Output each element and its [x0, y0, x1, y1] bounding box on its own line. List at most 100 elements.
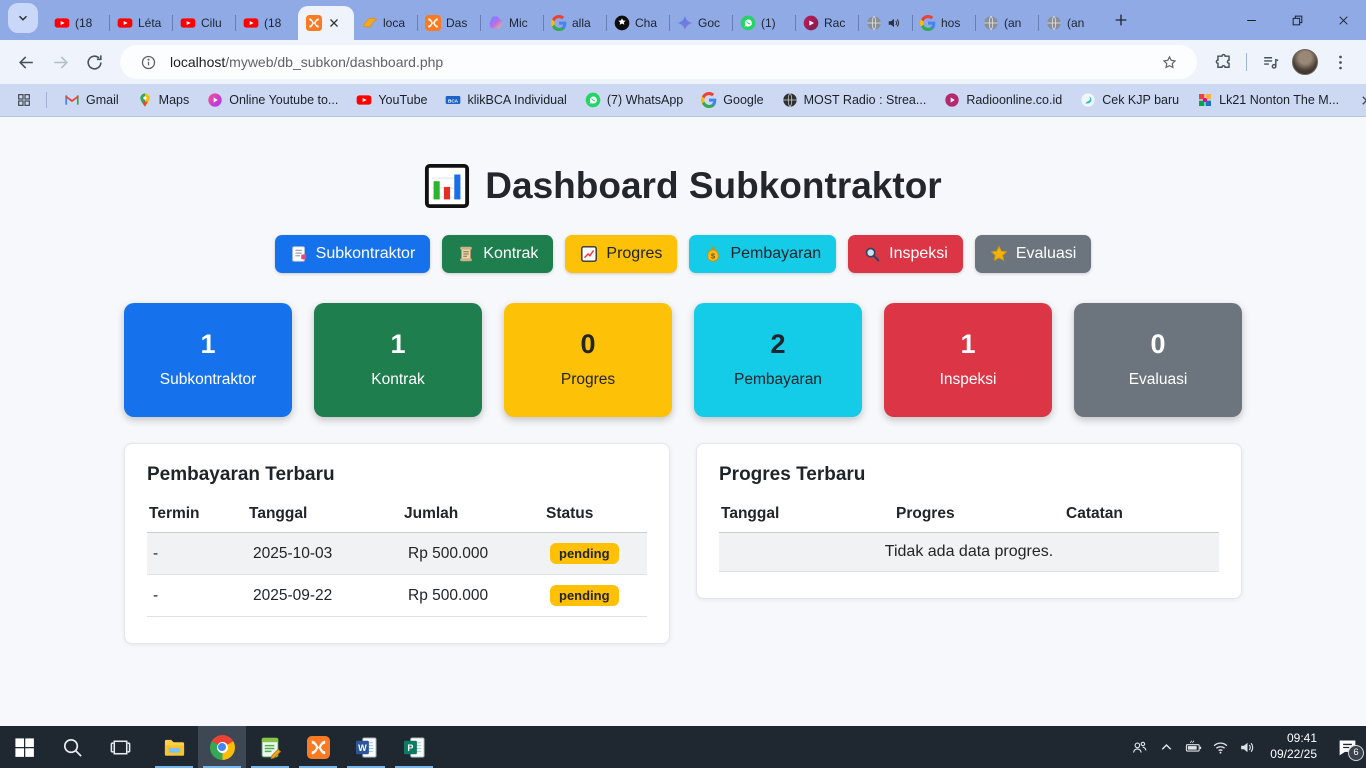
browser-menu-button[interactable] — [1324, 46, 1356, 78]
taskbar-start-button[interactable] — [0, 726, 48, 768]
bookmark-items: GmailMapsOnline Youtube to...YouTubeBCAk… — [55, 88, 1348, 112]
bookmark-label: Google — [723, 93, 763, 107]
browser-tab[interactable]: (1) — [732, 6, 795, 40]
google-icon — [701, 92, 717, 108]
nav-button-inspeksi[interactable]: Inspeksi — [848, 235, 963, 273]
profile-avatar[interactable] — [1292, 49, 1318, 75]
close-icon[interactable] — [327, 16, 341, 30]
browser-tab[interactable]: Goc — [669, 6, 732, 40]
stat-label: Kontrak — [371, 371, 424, 389]
bookmark-item[interactable]: Maps — [128, 88, 199, 112]
tab-label: (an — [1004, 16, 1030, 30]
bookmarks-separator — [46, 92, 47, 108]
bookmark-label: MOST Radio : Strea... — [804, 93, 927, 107]
extensions-button[interactable] — [1207, 46, 1239, 78]
payments-col-header: Termin — [147, 499, 247, 533]
forward-button[interactable] — [44, 46, 76, 78]
bookmark-star-button[interactable] — [1153, 46, 1185, 78]
nav-button-evaluasi[interactable]: Evaluasi — [975, 235, 1091, 273]
tab-strip: (18LétaCilu(18locaDasMicallaChaGoc(1)Rac… — [0, 0, 1366, 40]
browser-tab[interactable]: (an — [975, 6, 1038, 40]
bookmark-item[interactable]: MOST Radio : Strea... — [773, 88, 936, 112]
tray-people-icon[interactable] — [1131, 739, 1148, 756]
payments-col-header: Jumlah — [402, 499, 544, 533]
taskbar-publisher-button[interactable]: P — [390, 726, 438, 768]
taskbar-chrome-button[interactable] — [198, 726, 246, 768]
tab-label: Mic — [509, 16, 535, 30]
bookmark-item[interactable]: Gmail — [55, 88, 128, 112]
payment-cell-tanggal: 2025-09-22 — [247, 575, 402, 617]
close-window-icon — [1337, 14, 1350, 27]
close-window-button[interactable] — [1320, 0, 1366, 40]
tray-wifi-icon[interactable] — [1212, 739, 1229, 756]
restore-button[interactable] — [1274, 0, 1320, 40]
minimize-button[interactable] — [1228, 0, 1274, 40]
gemini-icon — [677, 15, 693, 31]
browser-tab[interactable] — [858, 6, 912, 40]
taskbar-clock[interactable]: 09:41 09/22/25 — [1270, 731, 1317, 762]
browser-tab[interactable]: Léta — [109, 6, 172, 40]
bookmark-item[interactable]: Cek KJP baru — [1071, 88, 1188, 112]
whatsapp-icon — [585, 92, 601, 108]
nav-button-label: Subkontraktor — [316, 245, 416, 263]
bookmark-item[interactable]: BCAklikBCA Individual — [436, 88, 575, 112]
nav-button-label: Inspeksi — [889, 245, 948, 263]
stat-value: 2 — [770, 331, 785, 358]
media-controls-button[interactable] — [1254, 46, 1286, 78]
tray-icons — [1131, 739, 1256, 756]
progress-empty-row: Tidak ada data progres. — [719, 533, 1219, 572]
nav-button-pembayaran[interactable]: $Pembayaran — [689, 235, 836, 273]
browser-tab[interactable]: (18 — [235, 6, 298, 40]
tab-label: (1) — [761, 16, 787, 30]
bookmark-item[interactable]: Lk21 Nonton The M... — [1188, 88, 1348, 112]
youtube-icon — [117, 15, 133, 31]
nav-button-progres[interactable]: Progres — [565, 235, 677, 273]
tray-battery-icon[interactable] — [1185, 739, 1202, 756]
payments-col-header: Status — [544, 499, 647, 533]
browser-tab[interactable]: Rac — [795, 6, 858, 40]
bookmark-item[interactable]: Online Youtube to... — [198, 88, 347, 112]
browser-tab[interactable]: hos — [912, 6, 975, 40]
bookmark-item[interactable]: Radioonline.co.id — [935, 88, 1071, 112]
browser-tab[interactable]: (18 — [46, 6, 109, 40]
payment-cell-termin: - — [147, 575, 247, 617]
back-button[interactable] — [10, 46, 42, 78]
nav-button-label: Evaluasi — [1016, 245, 1076, 263]
taskbar-task-view-button[interactable] — [96, 726, 144, 768]
tab-label: Goc — [698, 16, 724, 30]
browser-tab[interactable]: alla — [543, 6, 606, 40]
bookmark-item[interactable]: YouTube — [347, 88, 436, 112]
nav-button-kontrak[interactable]: Kontrak — [442, 235, 553, 273]
tray-chevron-up-icon[interactable] — [1158, 739, 1175, 756]
nav-button-subkontraktor[interactable]: Subkontraktor — [275, 235, 431, 273]
browser-tab[interactable]: Mic — [480, 6, 543, 40]
bookmarks-overflow-button[interactable] — [1350, 88, 1366, 112]
address-bar[interactable]: localhost/myweb/db_subkon/dashboard.php — [120, 45, 1197, 79]
reload-button[interactable] — [78, 46, 110, 78]
taskbar-file-explorer-button[interactable] — [150, 726, 198, 768]
bookmark-item[interactable]: Google — [692, 88, 772, 112]
action-center-button[interactable]: 6 — [1337, 737, 1358, 758]
stat-value: 1 — [960, 331, 975, 358]
kebab-menu-icon — [1331, 53, 1350, 72]
bookmark-item[interactable]: (7) WhatsApp — [576, 88, 692, 112]
whatsapp-icon — [740, 15, 756, 31]
taskbar-search-button[interactable] — [48, 726, 96, 768]
taskbar-text-editor-button[interactable] — [246, 726, 294, 768]
taskbar-word-button[interactable]: W — [342, 726, 390, 768]
site-info-button[interactable] — [132, 46, 164, 78]
apps-shortcut-button[interactable] — [12, 88, 36, 112]
payments-col-header: Tanggal — [247, 499, 402, 533]
browser-tab[interactable]: loca — [354, 6, 417, 40]
browser-tab[interactable]: Cha — [606, 6, 669, 40]
gmail-icon — [64, 92, 80, 108]
taskbar-xampp-button[interactable] — [294, 726, 342, 768]
tray-volume-icon[interactable] — [1239, 739, 1256, 756]
new-tab-button[interactable] — [1107, 6, 1135, 34]
browser-tab[interactable]: Cilu — [172, 6, 235, 40]
stat-value: 1 — [390, 331, 405, 358]
tab-search-button[interactable] — [8, 3, 38, 33]
browser-tab[interactable]: (an — [1038, 6, 1101, 40]
browser-tab[interactable]: Das — [417, 6, 480, 40]
browser-tab[interactable] — [298, 6, 354, 40]
